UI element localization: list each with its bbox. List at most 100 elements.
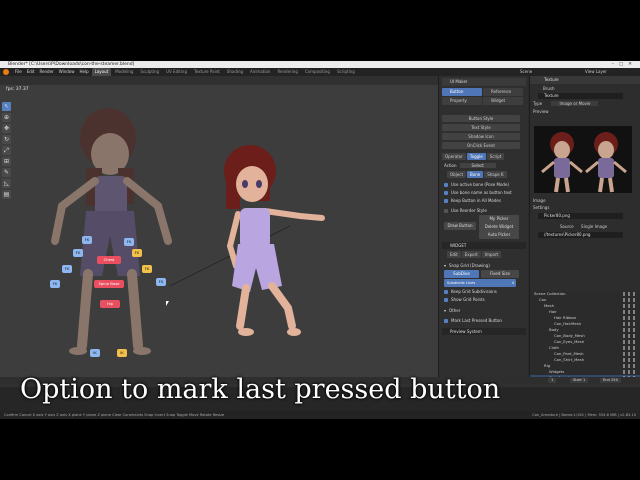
visibility-icon[interactable] bbox=[623, 328, 637, 332]
picker-chest-button[interactable]: Chest bbox=[97, 256, 121, 264]
panel-title[interactable]: UI Maker bbox=[442, 78, 526, 86]
start-value: 1 bbox=[582, 378, 586, 382]
my-picker-field[interactable]: My Picker bbox=[479, 215, 519, 223]
tab-shading[interactable]: Shading bbox=[224, 68, 246, 76]
visibility-icon[interactable] bbox=[623, 346, 637, 350]
outliner-item-label: Scene Collection bbox=[534, 291, 566, 296]
widget-section[interactable]: WIDGET bbox=[442, 242, 526, 249]
visibility-icon[interactable] bbox=[623, 322, 637, 326]
window-controls[interactable]: –□✕ bbox=[612, 61, 637, 68]
tab-button[interactable]: Button bbox=[442, 88, 482, 96]
picker-fk-button[interactable]: FK bbox=[82, 236, 92, 244]
type-dropdown[interactable]: Image or Movie bbox=[551, 101, 599, 106]
view-layer-selector[interactable]: View Layer bbox=[585, 68, 607, 76]
menu-render[interactable]: Render bbox=[37, 68, 55, 76]
onclick-event-dropdown[interactable]: OnClick Event bbox=[442, 142, 520, 149]
picker-fk-button[interactable]: FK bbox=[132, 249, 142, 257]
delete-widget-button[interactable]: Delete Widget bbox=[479, 223, 519, 231]
tab-compositing[interactable]: Compositing bbox=[302, 68, 333, 76]
shadow-icon-dropdown[interactable]: Shadow Icon bbox=[442, 133, 520, 140]
texture-field[interactable]: Texture bbox=[538, 93, 623, 99]
check-keep-all-modes[interactable]: Keep Button in All Modes bbox=[444, 197, 501, 204]
filepath-field[interactable]: //textures\Picker80.png bbox=[538, 232, 623, 238]
picker-spine-base-button[interactable]: Spine Base bbox=[94, 280, 124, 288]
check-bone-name[interactable]: Use bone name as button text bbox=[444, 189, 512, 196]
current-frame-field[interactable]: 1 bbox=[548, 378, 557, 383]
blender-logo-icon[interactable] bbox=[3, 69, 9, 75]
tab-widget[interactable]: Widget bbox=[483, 97, 523, 105]
check-active-bone[interactable]: Use active bone (Pose Mode) bbox=[444, 181, 509, 188]
menu-edit[interactable]: Edit bbox=[25, 68, 37, 76]
visibility-icon[interactable] bbox=[623, 340, 637, 344]
3d-viewport[interactable]: fps: 37.37 ↖ ⊕ ✥ ↻ ⤢ ⊞ ✎ ◺ ▤ FK FK FK FK… bbox=[0, 76, 438, 377]
picker-fk-button[interactable]: FK bbox=[156, 278, 166, 286]
tab-rendering[interactable]: Rendering bbox=[274, 68, 300, 76]
source-dropdown[interactable]: Single Image bbox=[581, 224, 607, 229]
tab-bone[interactable]: Bone bbox=[467, 171, 484, 178]
subdivide-lines-field[interactable]: Subdivide Lines 4 bbox=[444, 279, 516, 287]
check-mark-last-pressed[interactable]: Mark Last Pressed Button bbox=[444, 317, 502, 324]
tab-toggle[interactable]: Toggle bbox=[466, 153, 486, 160]
image-file-field[interactable]: Picker80.png bbox=[538, 213, 623, 219]
tab-modeling[interactable]: Modeling bbox=[112, 68, 136, 76]
menu-file[interactable]: File bbox=[13, 68, 24, 76]
scene-selector[interactable]: Scene bbox=[520, 68, 532, 76]
visibility-icon[interactable] bbox=[623, 292, 637, 296]
tab-subdive[interactable]: SubDive bbox=[444, 270, 479, 278]
draw-button[interactable]: Draw Button bbox=[444, 222, 476, 230]
image-row[interactable]: Image bbox=[533, 198, 633, 204]
texture-header: Texture bbox=[530, 76, 640, 84]
start-frame-field[interactable]: Start 1 bbox=[570, 378, 589, 383]
tab-sculpting[interactable]: Sculpting bbox=[137, 68, 162, 76]
settings-row[interactable]: Settings bbox=[533, 205, 633, 211]
visibility-icon[interactable] bbox=[623, 334, 637, 338]
tab-uv-editing[interactable]: UV Editing bbox=[163, 68, 190, 76]
tab-scripting[interactable]: Scripting bbox=[334, 68, 358, 76]
end-frame-field[interactable]: End 250 bbox=[600, 378, 621, 383]
visibility-icon[interactable] bbox=[623, 352, 637, 356]
picker-ik-button[interactable]: IK bbox=[117, 349, 127, 357]
visibility-icon[interactable] bbox=[623, 370, 637, 374]
preview-system-section[interactable]: Preview System bbox=[442, 328, 526, 335]
edit-button[interactable]: Edit bbox=[447, 251, 461, 258]
export-button[interactable]: Export bbox=[461, 251, 481, 258]
button-style-dropdown[interactable]: Button Style bbox=[442, 115, 520, 122]
tab-fixed-size[interactable]: Fixed Size bbox=[481, 270, 519, 278]
picker-fk-button[interactable]: FK bbox=[50, 280, 60, 288]
check-show-grid[interactable]: Show Grid Points bbox=[444, 296, 485, 303]
tab-layout[interactable]: Layout bbox=[91, 68, 112, 76]
picker-fk-button[interactable]: FK bbox=[73, 249, 83, 257]
menu-window[interactable]: Window bbox=[57, 68, 77, 76]
menu-help[interactable]: Help bbox=[77, 68, 90, 76]
visibility-icon[interactable] bbox=[623, 304, 637, 308]
visibility-icon[interactable] bbox=[623, 310, 637, 314]
other-section[interactable]: ▾ Other bbox=[444, 307, 460, 314]
snap-grid-section[interactable]: ▾ Snap Grid (Drawing) bbox=[444, 262, 490, 269]
checkbox-icon bbox=[444, 289, 448, 294]
tab-property[interactable]: Property bbox=[442, 97, 482, 105]
text-style-dropdown[interactable]: Text Style bbox=[442, 124, 520, 131]
visibility-icon[interactable] bbox=[623, 358, 637, 362]
outliner-item-label: Con_Shirt_Mesh bbox=[554, 357, 585, 362]
picker-fk-button[interactable]: FK bbox=[142, 265, 152, 273]
picker-fk-button[interactable]: FK bbox=[62, 265, 72, 273]
import-button[interactable]: Import bbox=[481, 251, 502, 258]
tab-operator[interactable]: Operator bbox=[442, 153, 466, 160]
tab-script[interactable]: Script bbox=[486, 153, 505, 160]
auto-picker-button[interactable]: Auto Picker bbox=[479, 231, 519, 239]
tab-shape-k[interactable]: Shape K bbox=[484, 171, 507, 178]
tab-animation[interactable]: Animation bbox=[247, 68, 273, 76]
picker-hip-button[interactable]: Hip bbox=[100, 300, 120, 308]
picker-fk-button[interactable]: FK bbox=[124, 238, 134, 246]
check-keep-grid[interactable]: Keep Grid Subdivisions bbox=[444, 288, 497, 295]
tab-reference[interactable]: Reference bbox=[483, 88, 523, 96]
picker-ik-button[interactable]: IK bbox=[90, 349, 100, 357]
type-label: Type bbox=[533, 101, 543, 106]
tab-object[interactable]: Object bbox=[447, 171, 467, 178]
visibility-icon[interactable] bbox=[623, 298, 637, 302]
tab-texture-paint[interactable]: Texture Paint bbox=[191, 68, 223, 76]
action-dropdown[interactable]: Select bbox=[459, 163, 496, 168]
visibility-icon[interactable] bbox=[623, 316, 637, 320]
visibility-icon[interactable] bbox=[623, 364, 637, 368]
check-reorder-style[interactable]: Use Reorder Style bbox=[444, 207, 487, 214]
